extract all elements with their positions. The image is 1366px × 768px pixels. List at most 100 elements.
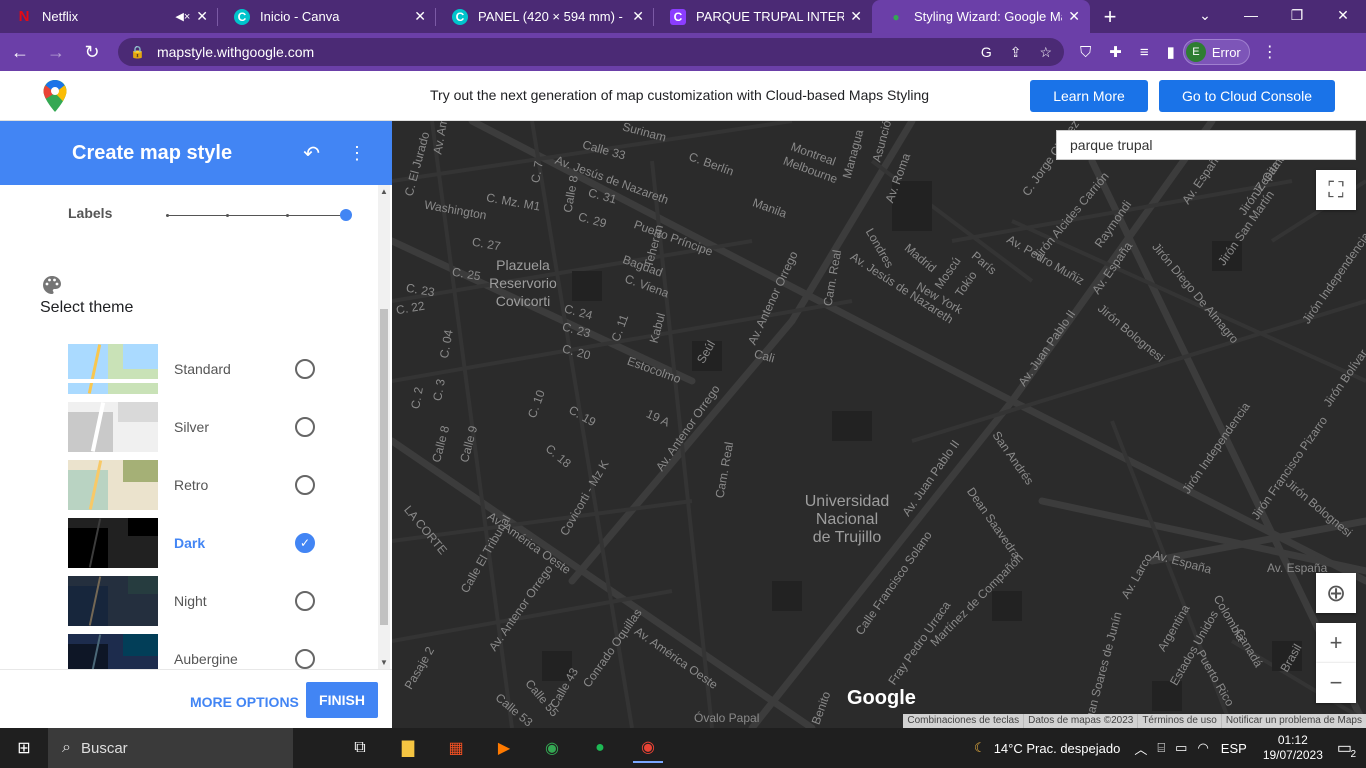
select-theme-heading: Select theme	[40, 299, 134, 316]
theme-night[interactable]: Night	[68, 576, 368, 626]
google-lens-icon[interactable]: G	[981, 44, 992, 61]
theme-dark[interactable]: Dark ✓	[68, 518, 368, 568]
style-sidebar: Create map style ↶ ⋮ Labels Select theme…	[0, 121, 392, 728]
report-problem-link[interactable]: Notificar un problema de Maps	[1220, 714, 1366, 728]
back-icon[interactable]: ←	[4, 42, 36, 63]
windows-start-icon[interactable]: ⊞	[0, 738, 48, 758]
tab-canva-inicio[interactable]: C Inicio - Canva ✕	[218, 0, 436, 33]
theme-radio[interactable]	[295, 649, 315, 669]
forward-icon[interactable]: →	[40, 42, 72, 63]
search-icon: ⌕	[62, 739, 71, 756]
close-tab-icon[interactable]: ✕	[414, 8, 426, 25]
minimize-button[interactable]: —	[1228, 0, 1274, 33]
scrollbar-thumb[interactable]	[380, 309, 388, 625]
cloud-console-button[interactable]: Go to Cloud Console	[1159, 80, 1335, 112]
map-place-label: Universidad Nacional de Trujillo	[804, 493, 890, 546]
labels-label: Labels	[68, 205, 113, 221]
close-window-button[interactable]: ✕	[1320, 0, 1366, 33]
close-tab-icon[interactable]: ✕	[196, 8, 208, 25]
theme-thumbnail	[68, 518, 158, 568]
battery-icon[interactable]: ▭	[1175, 740, 1187, 756]
fullscreen-icon[interactable]: ⛶	[1316, 170, 1356, 210]
more-vert-icon[interactable]: ⋮	[348, 143, 366, 164]
shield-extension-icon[interactable]: ⛉	[1080, 44, 1091, 61]
microsoft-store-icon[interactable]: ▦	[441, 733, 471, 763]
share-icon[interactable]: ⇪	[1010, 44, 1022, 61]
map-search-input[interactable]	[1056, 130, 1356, 160]
notifications-icon[interactable]: ▭ 2	[1337, 738, 1356, 760]
language-indicator[interactable]: ESP	[1221, 741, 1247, 756]
theme-name: Silver	[174, 419, 210, 435]
keyboard-shortcuts-link[interactable]: Combinaciones de teclas	[903, 714, 1023, 728]
close-tab-icon[interactable]: ✕	[850, 8, 862, 25]
palette-icon	[43, 276, 61, 294]
clock[interactable]: 01:12 19/07/2023	[1263, 733, 1323, 763]
theme-name: Standard	[174, 361, 231, 377]
close-tab-icon[interactable]: ✕	[632, 8, 644, 25]
canva-icon: C	[670, 8, 686, 25]
theme-radio[interactable]	[295, 417, 315, 437]
extensions-puzzle-icon[interactable]: ✚	[1109, 43, 1122, 61]
file-explorer-icon[interactable]: ▇	[393, 733, 423, 763]
learn-more-button[interactable]: Learn More	[1030, 80, 1148, 112]
map-canvas[interactable]: Av. Jesús de Nazareth Av. Jesús de Nazar…	[392, 121, 1366, 728]
chrome-icon[interactable]: ◉	[537, 733, 567, 763]
slider-tick	[286, 214, 289, 217]
tab-netflix[interactable]: N Netflix ◀× ✕	[0, 0, 218, 33]
taskbar-search[interactable]: ⌕ Buscar	[48, 728, 293, 768]
tab-styling-wizard[interactable]: ● Styling Wizard: Google Maps ✕	[872, 0, 1090, 33]
reload-icon[interactable]: ↻	[76, 42, 108, 63]
media-player-icon[interactable]: ▶	[489, 733, 519, 763]
media-queue-icon[interactable]: ≡	[1140, 44, 1149, 61]
labels-density-slider[interactable]	[166, 209, 352, 221]
sidebar-body: Labels Select theme Standard Silver Retr…	[0, 185, 392, 669]
theme-aubergine[interactable]: Aubergine	[68, 634, 368, 669]
slider-tick	[166, 214, 169, 217]
lock-icon[interactable]: 🔒	[130, 45, 145, 59]
theme-radio[interactable]	[295, 359, 315, 379]
tab-canva-panel[interactable]: C PANEL (420 × 594 mm) - 420 ✕	[436, 0, 654, 33]
browser-toolbar: ← → ↻ 🔒 mapstyle.withgoogle.com G ⇪ ☆ ⛉ …	[0, 33, 1366, 71]
close-tab-icon[interactable]: ✕	[1068, 8, 1080, 25]
theme-standard[interactable]: Standard	[68, 344, 368, 394]
speaker-muted-icon[interactable]: ◀×	[175, 10, 190, 23]
chrome-menu-icon[interactable]: ⋮	[1262, 42, 1278, 62]
sidebar-scrollbar[interactable]: ▲ ▼	[378, 185, 390, 669]
address-bar[interactable]: 🔒 mapstyle.withgoogle.com G ⇪ ☆	[118, 38, 1064, 66]
url-text: mapstyle.withgoogle.com	[156, 44, 315, 60]
clock-time: 01:12	[1277, 733, 1308, 747]
scroll-down-icon[interactable]: ▼	[378, 658, 390, 667]
tab-search-icon[interactable]: ⌄	[1182, 0, 1228, 33]
restore-button[interactable]: ❐	[1274, 0, 1320, 33]
scroll-up-icon[interactable]: ▲	[378, 187, 390, 196]
bookmark-star-icon[interactable]: ☆	[1039, 44, 1052, 61]
network-icon[interactable]: ⌸	[1157, 740, 1165, 756]
theme-silver[interactable]: Silver	[68, 402, 368, 452]
theme-retro[interactable]: Retro	[68, 460, 368, 510]
terms-link[interactable]: Términos de uso	[1137, 714, 1220, 728]
finish-button[interactable]: FINISH	[306, 682, 378, 718]
spotify-icon[interactable]: ●	[585, 733, 615, 763]
theme-radio-checked[interactable]: ✓	[295, 533, 315, 553]
profile-button[interactable]: E Error	[1182, 39, 1250, 65]
chrome-profile-icon[interactable]: ◉	[633, 733, 663, 763]
theme-radio[interactable]	[295, 591, 315, 611]
weather-icon: ☾	[974, 740, 986, 755]
clock-date: 19/07/2023	[1262, 748, 1323, 762]
theme-radio[interactable]	[295, 475, 315, 495]
side-panel-icon[interactable]: ▮	[1167, 43, 1175, 61]
wifi-icon[interactable]: ◠	[1197, 740, 1208, 756]
task-view-icon[interactable]: ⧉	[345, 733, 375, 763]
zoom-in-button[interactable]: +	[1316, 623, 1356, 663]
new-tab-button[interactable]: +	[1090, 0, 1130, 33]
weather-text[interactable]: 14°C Prac. despejado	[994, 741, 1121, 756]
my-location-icon[interactable]: ⊕	[1316, 573, 1356, 613]
slider-knob[interactable]	[340, 209, 352, 221]
theme-thumbnail	[68, 460, 158, 510]
undo-icon[interactable]: ↶	[303, 141, 320, 166]
zoom-out-button[interactable]: −	[1316, 663, 1356, 703]
show-hidden-icons[interactable]: ︿	[1134, 739, 1147, 758]
more-options-button[interactable]: MORE OPTIONS	[190, 694, 299, 710]
theme-name: Retro	[174, 477, 209, 493]
tab-parque-trupal[interactable]: C PARQUE TRUPAL INTERVENC ✕	[654, 0, 872, 33]
